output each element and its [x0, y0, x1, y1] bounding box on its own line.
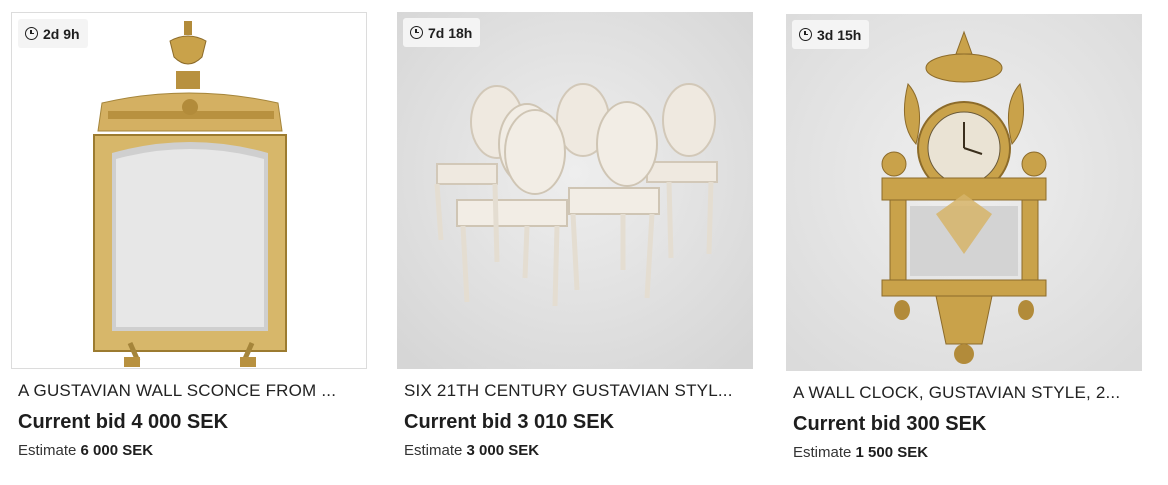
auction-card[interactable]: 3d 15h A WALL CLOCK, GUSTAVIAN STYLE, 2.… — [786, 2, 1142, 485]
item-image-chairs[interactable]: 7d 18h — [397, 12, 753, 369]
current-bid: Current bid 3 010 SEK — [404, 411, 615, 433]
item-title[interactable]: A GUSTAVIAN WALL SCONCE FROM ... — [18, 381, 363, 401]
auction-card[interactable]: 7d 18h SIX 21TH CENTURY GUSTAVIAN STYL..… — [397, 0, 753, 485]
estimate: Estimate 1 500 SEK — [793, 444, 928, 461]
clock-icon — [799, 28, 812, 41]
time-left-text: 7d 18h — [428, 24, 473, 41]
clock-icon — [410, 26, 423, 39]
item-image-wall-clock[interactable]: 3d 15h — [786, 14, 1142, 371]
auction-card[interactable]: 2d 9h A GUSTAVIAN WALL SCONCE FROM ... C… — [11, 0, 367, 485]
time-left-badge: 3d 15h — [792, 20, 870, 49]
estimate-value: 6 000 SEK — [80, 442, 154, 459]
item-title[interactable]: A WALL CLOCK, GUSTAVIAN STYLE, 2... — [793, 383, 1138, 403]
gilt-mirror-sconce-illustration — [93, 21, 287, 367]
current-bid: Current bid 4 000 SEK — [18, 411, 229, 433]
estimate-label: Estimate — [793, 444, 852, 461]
estimate-label: Estimate — [18, 442, 77, 459]
time-left-text: 3d 15h — [817, 26, 862, 43]
estimate: Estimate 6 000 SEK — [18, 442, 153, 459]
time-left-badge: 7d 18h — [403, 18, 481, 47]
item-title[interactable]: SIX 21TH CENTURY GUSTAVIAN STYL... — [404, 381, 749, 401]
six-white-chairs-illustration — [397, 12, 753, 369]
estimate-value: 3 000 SEK — [466, 442, 540, 459]
estimate-value: 1 500 SEK — [855, 444, 929, 461]
clock-icon — [25, 27, 38, 40]
item-image-mirror-sconce[interactable]: 2d 9h — [11, 12, 367, 369]
gilt-wall-clock-illustration — [786, 14, 1142, 371]
time-left-text: 2d 9h — [43, 25, 80, 42]
time-left-badge: 2d 9h — [18, 19, 88, 48]
current-bid: Current bid 300 SEK — [793, 413, 987, 435]
estimate: Estimate 3 000 SEK — [404, 442, 539, 459]
estimate-label: Estimate — [404, 442, 463, 459]
